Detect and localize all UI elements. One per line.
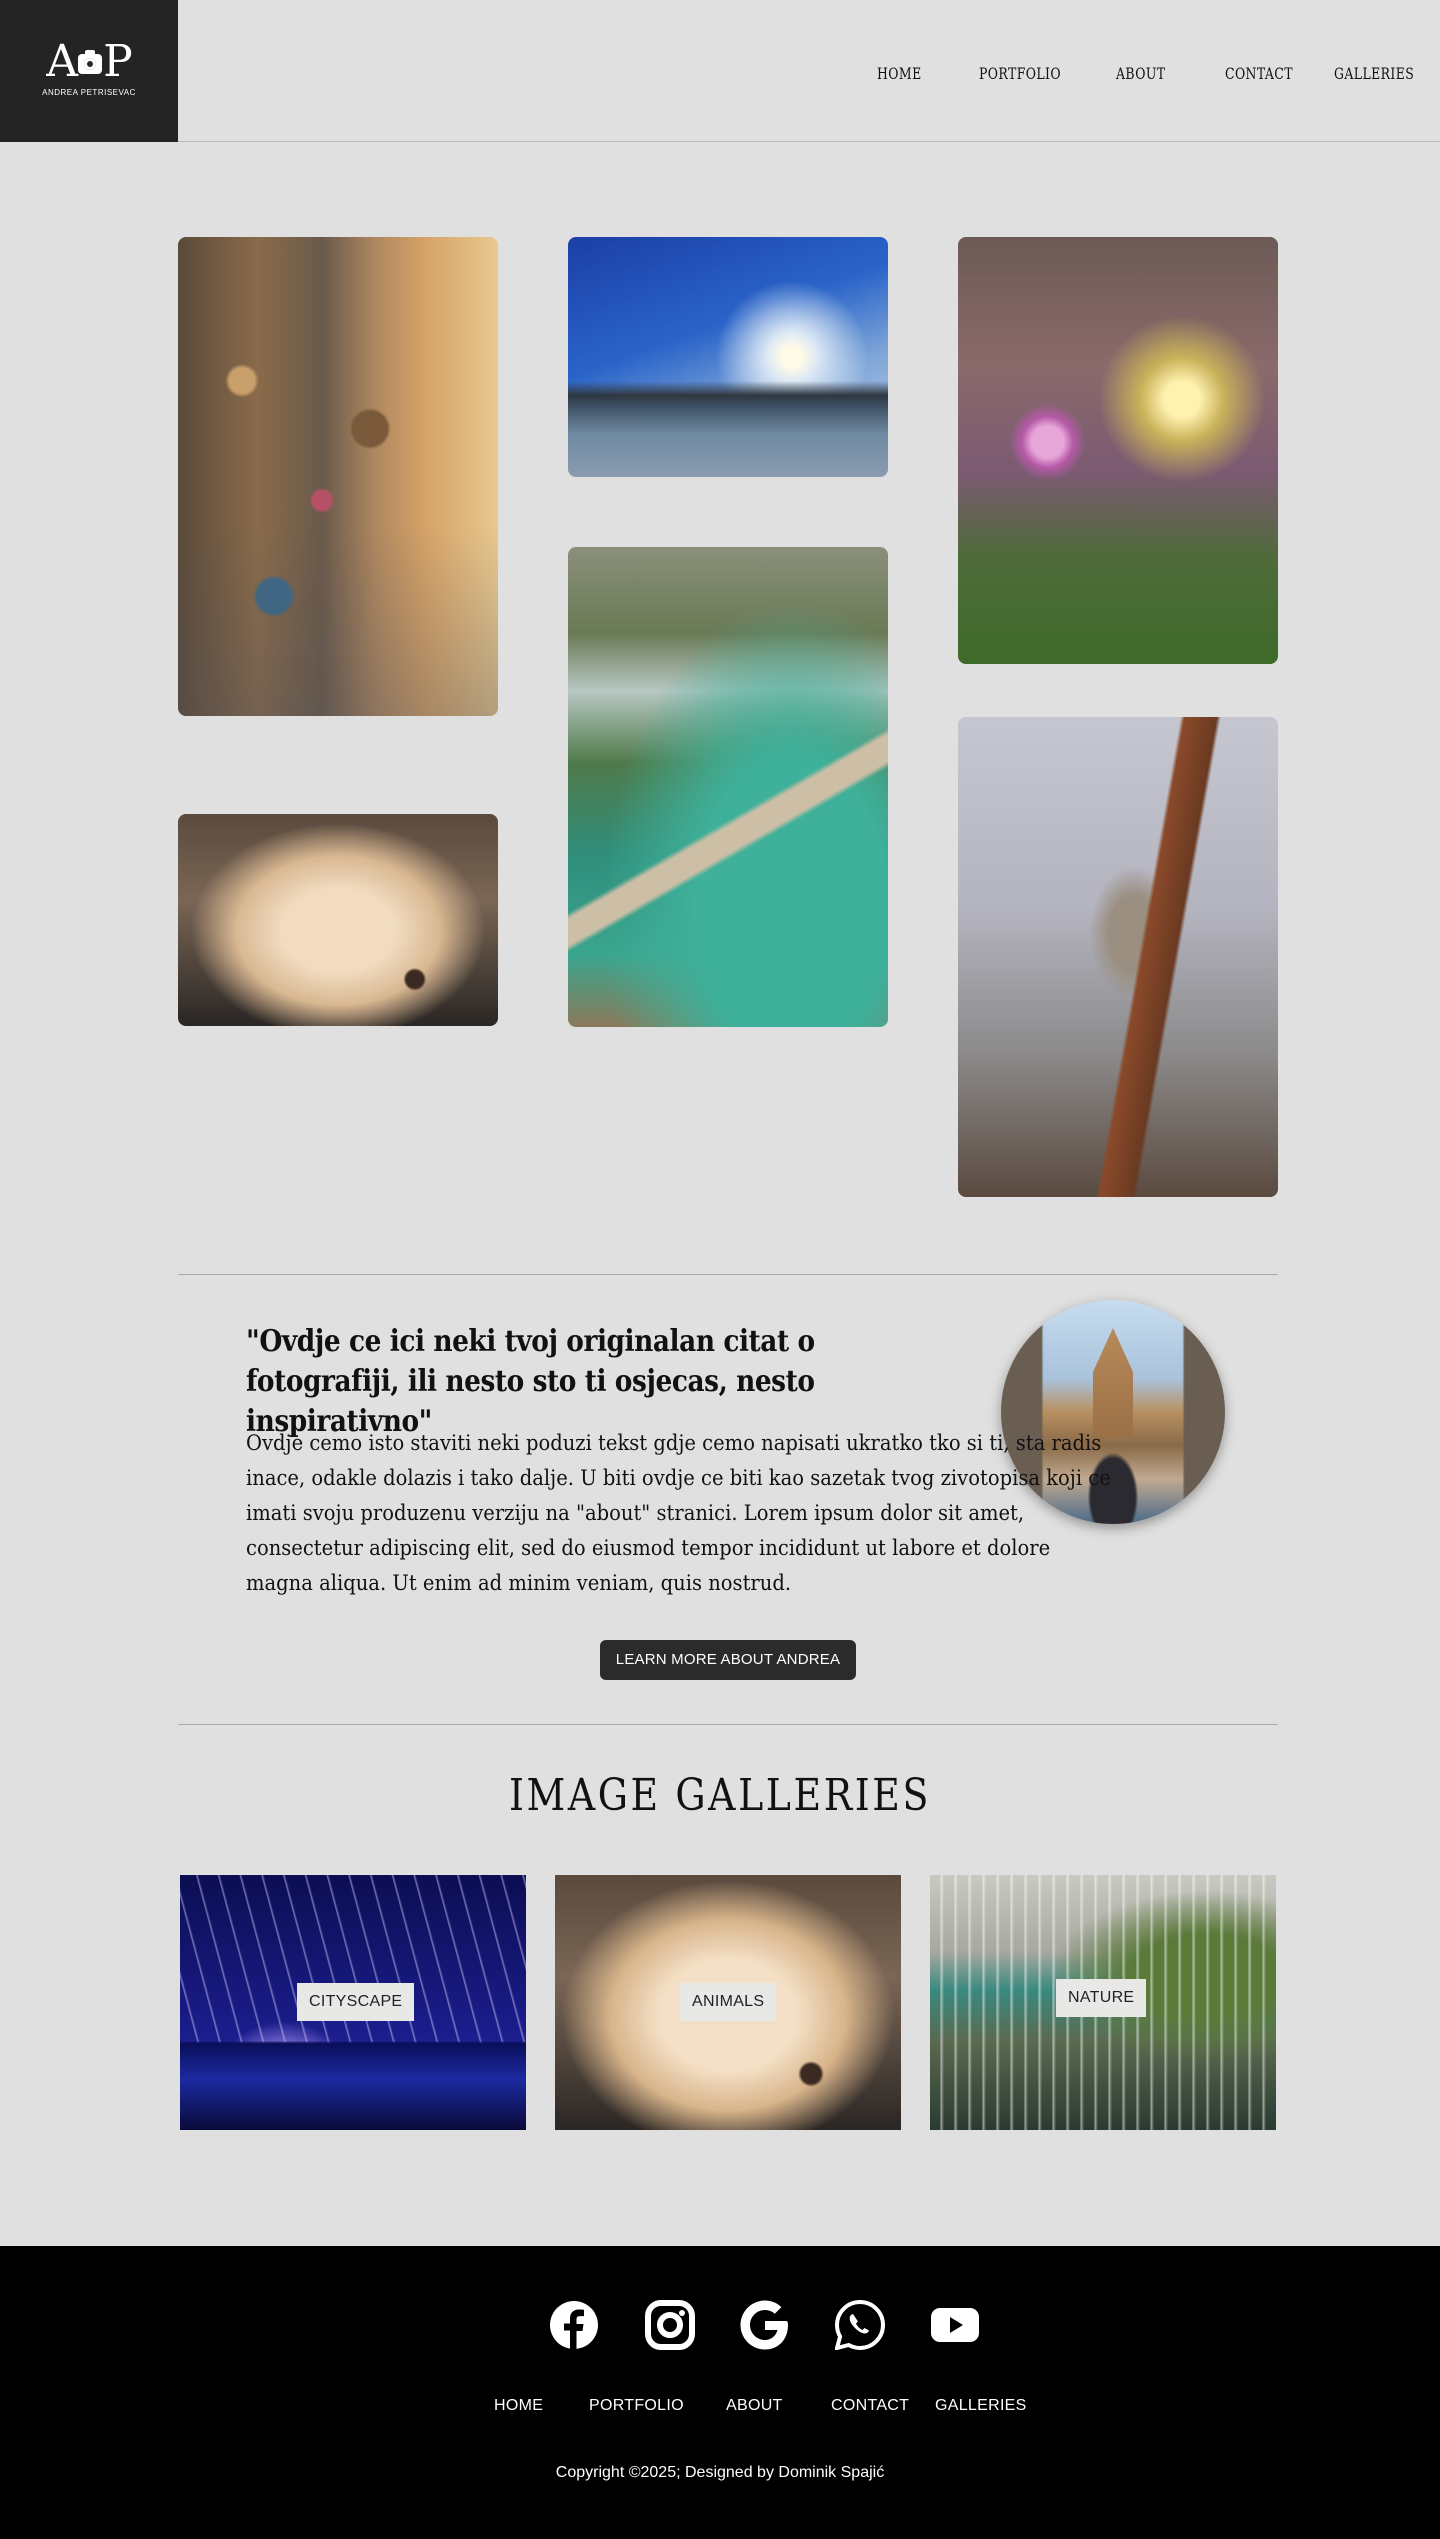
gallery-label: NATURE: [1056, 1979, 1147, 2017]
about-quote: "Ovdje ce ici neki tvoj originalan citat…: [246, 1324, 815, 1439]
nav-home[interactable]: HOME: [877, 64, 922, 83]
photo-love-locks[interactable]: [178, 237, 498, 716]
footer-nav-contact[interactable]: CONTACT: [831, 2397, 909, 2415]
photo-waterfall-boardwalk[interactable]: [568, 547, 888, 1027]
nav-about[interactable]: ABOUT: [1116, 64, 1165, 83]
nav-portfolio[interactable]: PORTFOLIO: [979, 64, 1061, 83]
footer-nav-home[interactable]: HOME: [494, 2397, 543, 2415]
facebook-icon[interactable]: [549, 2300, 599, 2350]
gallery-card-nature[interactable]: NATURE: [930, 1875, 1276, 2130]
learn-more-button[interactable]: LEARN MORE ABOUT ANDREA: [600, 1640, 856, 1680]
main-nav: HOME PORTFOLIO ABOUT CONTACT GALLERIES: [0, 64, 1440, 84]
nav-galleries[interactable]: GALLERIES: [1334, 64, 1414, 83]
gallery-card-cityscape[interactable]: CITYSCAPE: [180, 1875, 526, 2130]
galleries-title: IMAGE GALLERIES: [508, 1770, 932, 1821]
divider: [178, 1274, 1278, 1275]
photo-blossom[interactable]: [958, 237, 1278, 664]
footer-nav-galleries[interactable]: GALLERIES: [935, 2397, 1027, 2415]
nav-contact[interactable]: CONTACT: [1225, 64, 1293, 83]
site-footer: [0, 2246, 1440, 2539]
about-text: Ovdje cemo isto staviti neki poduzi teks…: [246, 1431, 1111, 1595]
instagram-icon[interactable]: [645, 2300, 695, 2350]
gallery-card-animals[interactable]: ANIMALS: [555, 1875, 901, 2130]
divider: [178, 1724, 1278, 1725]
google-icon[interactable]: [740, 2300, 790, 2350]
gallery-label: CITYSCAPE: [297, 1983, 415, 2021]
site-header: AP ANDREA PETRISEVAC HOME PORTFOLIO ABOU…: [0, 0, 1440, 142]
footer-nav-portfolio[interactable]: PORTFOLIO: [589, 2397, 684, 2415]
photo-statue-balcony[interactable]: [958, 717, 1278, 1197]
whatsapp-icon[interactable]: [835, 2300, 885, 2350]
logo-subtitle: ANDREA PETRISEVAC: [42, 88, 136, 97]
youtube-icon[interactable]: [930, 2300, 980, 2350]
photo-bridge-sunset[interactable]: [568, 237, 888, 477]
copyright-text: Copyright ©2025; Designed by Dominik Spa…: [555, 2464, 885, 2481]
footer-nav-about[interactable]: ABOUT: [726, 2397, 783, 2415]
gallery-label: ANIMALS: [680, 1983, 777, 2021]
photo-dog[interactable]: [178, 814, 498, 1026]
